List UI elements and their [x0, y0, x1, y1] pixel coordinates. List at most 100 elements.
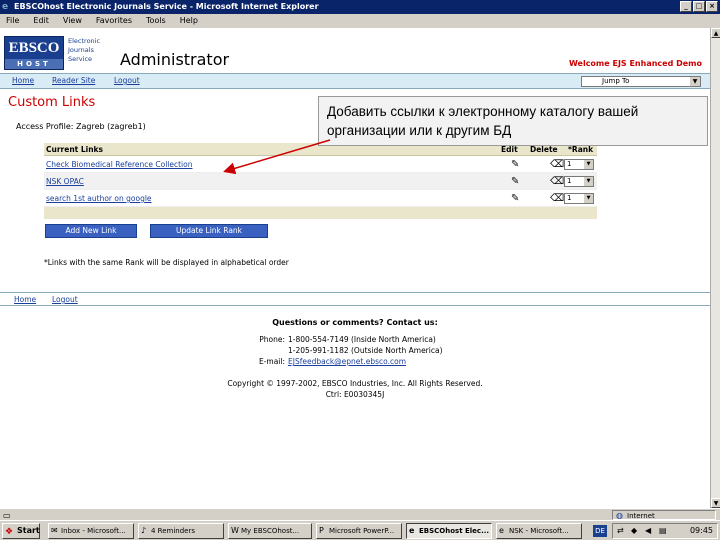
nav-reader-site-link[interactable]: Reader Site [52, 76, 95, 85]
task-powerpoint[interactable]: P Microsoft PowerP... [316, 523, 402, 539]
task-label: EBSCOhost Elec... [419, 527, 490, 535]
section-title: Custom Links [8, 95, 96, 110]
chevron-down-icon[interactable]: ▼ [584, 160, 593, 169]
ebsco-logo[interactable]: EBSCO HOST [4, 36, 64, 70]
language-indicator[interactable]: DE [593, 525, 607, 537]
internet-explorer-icon: e [499, 526, 504, 535]
table-footer [44, 207, 597, 219]
header-current-links: Current Links [46, 145, 104, 154]
printer-icon[interactable]: ▤ [659, 524, 667, 538]
email-label: E-mail: [258, 357, 285, 366]
service-name: Electronic Journals Service [68, 37, 101, 63]
window-titlebar: e EBSCOhost Electronic Journals Service … [0, 0, 720, 14]
menu-edit[interactable]: Edit [33, 14, 49, 28]
menu-favorites[interactable]: Favorites [96, 14, 132, 28]
maximize-button[interactable]: □ [693, 1, 705, 12]
shield-icon[interactable]: ◆ [631, 524, 637, 538]
chevron-down-icon[interactable]: ▼ [584, 194, 593, 203]
scroll-up-icon[interactable]: ▲ [711, 28, 720, 38]
task-inbox[interactable]: ✉ Inbox - Microsoft... [48, 523, 134, 539]
link-name[interactable]: Check Biomedical Reference Collection [46, 160, 192, 169]
task-ebscohost-ie[interactable]: e EBSCOhost Elec... [406, 523, 492, 539]
network-icon[interactable]: ⇄ [617, 524, 624, 538]
rank-value: 1 [567, 160, 572, 168]
rank-note: *Links with the same Rank will be displa… [44, 258, 289, 267]
nav-logout-link[interactable]: Logout [114, 76, 140, 85]
task-nsk[interactable]: e NSK - Microsoft... [496, 523, 582, 539]
email-link[interactable]: EJSfeedback@epnet.ebsco.com [288, 357, 406, 366]
task-label: My EBSCOhost... [241, 527, 300, 535]
menu-bar: File Edit View Favorites Tools Help [0, 14, 720, 28]
bell-icon: ♪ [141, 526, 147, 535]
task-label: NSK - Microsoft... [509, 527, 569, 535]
delete-icon[interactable]: ⌫ [550, 176, 564, 187]
link-name[interactable]: NSK OPAC [46, 177, 84, 186]
control-code: Ctrl: E0030345J [325, 390, 385, 399]
status-bar: ▭ ◍ Internet [0, 508, 720, 520]
footer-home-link[interactable]: Home [14, 295, 36, 304]
copyright-text: Copyright © 1997-2002, EBSCO Industries,… [227, 379, 483, 388]
page-heading: Administrator [120, 50, 230, 69]
task-label: Inbox - Microsoft... [61, 527, 126, 535]
edit-icon[interactable]: ✎ [511, 176, 522, 187]
update-link-rank-button[interactable]: Update Link Rank [150, 224, 268, 238]
minimize-button[interactable]: _ [680, 1, 692, 12]
word-icon: W [231, 526, 239, 535]
header-edit: Edit [501, 145, 518, 154]
edit-icon[interactable]: ✎ [511, 159, 522, 170]
custom-links-table: Current Links Edit Delete *Rank Check Bi… [44, 143, 597, 219]
rank-select[interactable]: 1 ▼ [564, 193, 594, 204]
footer-logout-link[interactable]: Logout [52, 295, 78, 304]
contact-info: Phone: 1-800-554-7149 (Inside North Ameri… [250, 334, 443, 367]
menu-help[interactable]: Help [180, 14, 198, 28]
menu-file[interactable]: File [6, 14, 19, 28]
system-tray: ⇄ ◆ ◀ ▤ 09:45 [612, 523, 718, 539]
logo-text: EBSCO [8, 40, 60, 56]
window-title: EBSCOhost Electronic Journals Service - … [14, 2, 319, 11]
copyright: Copyright © 1997-2002, EBSCO Industries,… [0, 378, 710, 400]
rank-select[interactable]: 1 ▼ [564, 159, 594, 170]
chevron-down-icon[interactable]: ▼ [690, 77, 700, 86]
clock: 09:45 [689, 526, 713, 535]
window-controls: _ □ × [680, 1, 718, 12]
task-my-ebscohost[interactable]: W My EBSCOhost... [228, 523, 312, 539]
phone-1: 1-800-554-7149 (Inside North America) [288, 335, 436, 344]
table-row: search 1st author on google ✎ ⌫ 1 ▼ [44, 190, 597, 207]
vertical-scrollbar[interactable]: ▲ ▼ [710, 28, 720, 508]
internet-explorer-icon: e [2, 2, 9, 12]
rank-value: 1 [567, 194, 572, 202]
menu-view[interactable]: View [63, 14, 82, 28]
table-row: NSK OPAC ✎ ⌫ 1 ▼ [44, 173, 597, 190]
internet-explorer-icon: e [409, 526, 415, 535]
contact-heading: Questions or comments? Contact us: [272, 318, 438, 327]
task-reminders[interactable]: ♪ 4 Reminders [138, 523, 224, 539]
start-button[interactable]: ❖ Start [2, 523, 40, 539]
chevron-down-icon[interactable]: ▼ [584, 177, 593, 186]
link-name[interactable]: search 1st author on google [46, 194, 152, 203]
access-profile: Access Profile: Zagreb (zagreb1) [16, 122, 146, 131]
edit-icon[interactable]: ✎ [511, 193, 522, 204]
rank-select[interactable]: 1 ▼ [564, 176, 594, 187]
delete-icon[interactable]: ⌫ [550, 159, 564, 170]
speaker-icon[interactable]: ◀ [645, 524, 651, 538]
task-label: Microsoft PowerP... [329, 527, 395, 535]
logo-subtext: HOST [5, 59, 63, 69]
jump-to-value: Jump To [602, 77, 630, 85]
nav-home-link[interactable]: Home [12, 76, 34, 85]
table-row: Check Biomedical Reference Collection ✎ … [44, 156, 597, 173]
jump-to-select[interactable]: Jump To ▼ [581, 76, 701, 87]
task-label: 4 Reminders [151, 527, 196, 535]
welcome-text: Welcome EJS Enhanced Demo [568, 59, 702, 68]
delete-icon[interactable]: ⌫ [550, 193, 564, 204]
header-rank: *Rank [568, 145, 594, 154]
close-button[interactable]: × [706, 1, 718, 12]
windows-logo-icon: ❖ [5, 527, 14, 537]
annotation-callout: Добавить ссылки к электронному каталогу … [318, 96, 708, 146]
scroll-down-icon[interactable]: ▼ [711, 498, 720, 508]
menu-tools[interactable]: Tools [146, 14, 166, 28]
security-zone: Internet [612, 510, 716, 520]
taskbar: ❖ Start ✉ Inbox - Microsoft... ♪ 4 Reminde… [0, 520, 720, 540]
rank-value: 1 [567, 177, 572, 185]
add-new-link-button[interactable]: Add New Link [45, 224, 137, 238]
header-delete: Delete [530, 145, 558, 154]
